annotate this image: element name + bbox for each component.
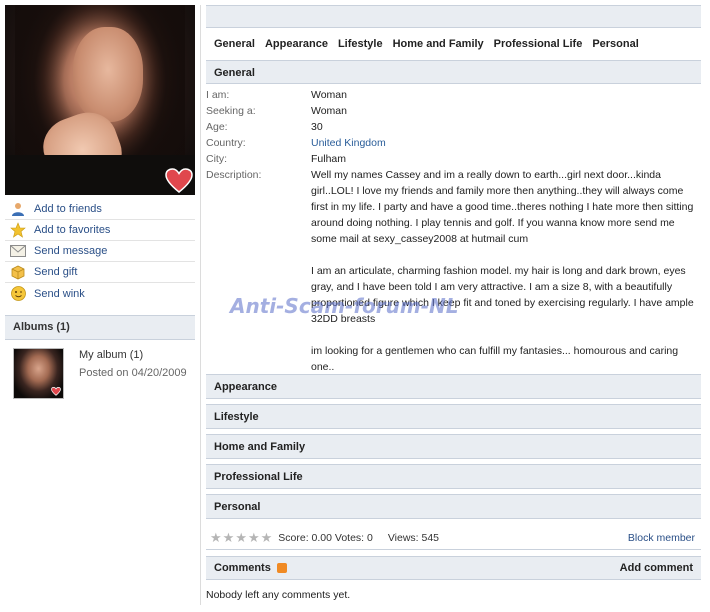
add-comment-link[interactable]: Add comment bbox=[620, 562, 693, 574]
star-icon[interactable]: ★ bbox=[261, 531, 273, 544]
rating-score: Score: 0.00 Votes: 0 bbox=[278, 531, 373, 544]
section-appearance-header[interactable]: Appearance bbox=[206, 374, 701, 399]
field-label: Seeking a: bbox=[206, 105, 256, 117]
comments-header: Comments Add comment bbox=[206, 556, 701, 580]
albums-header: Albums (1) bbox=[5, 315, 195, 340]
field-label: Description: bbox=[206, 169, 262, 181]
photo-face bbox=[73, 27, 143, 122]
field-label: Country: bbox=[206, 137, 246, 149]
tab-general[interactable]: General bbox=[214, 38, 255, 50]
field-value: Woman bbox=[311, 105, 347, 117]
section-general-header[interactable]: General bbox=[206, 60, 701, 84]
profile-tabs: General Appearance Lifestyle Home and Fa… bbox=[206, 28, 701, 60]
section-lifestyle-header[interactable]: Lifestyle bbox=[206, 404, 701, 429]
field-row-seeking: Seeking a: Woman bbox=[206, 103, 701, 119]
star-icon bbox=[10, 222, 26, 238]
field-value: Woman bbox=[311, 89, 347, 101]
profile-sidebar: Add to friends Add to favorites Send mes… bbox=[0, 0, 200, 612]
rating-bar: ★ ★ ★ ★ ★ Score: 0.00 Votes: 0 Views: 54… bbox=[206, 526, 701, 550]
section-personal-header[interactable]: Personal bbox=[206, 494, 701, 519]
action-label: Send message bbox=[34, 245, 108, 257]
action-label: Send gift bbox=[34, 266, 78, 278]
field-label: City: bbox=[206, 153, 227, 165]
rss-icon[interactable] bbox=[276, 563, 287, 573]
watermark: Anti-Scam-forum-NL bbox=[230, 294, 459, 318]
field-label: Age: bbox=[206, 121, 228, 133]
tab-home-and-family[interactable]: Home and Family bbox=[393, 38, 484, 50]
description-paragraph: Well my names Cassey and im a really dow… bbox=[311, 169, 694, 245]
country-link[interactable]: United Kingdom bbox=[311, 135, 701, 151]
add-to-friends-link[interactable]: Add to friends bbox=[5, 199, 195, 220]
album-date: Posted on 04/20/2009 bbox=[79, 367, 187, 379]
field-row-description: Description: Well my names Cassey and im… bbox=[206, 167, 701, 375]
profile-main: General Appearance Lifestyle Home and Fa… bbox=[206, 5, 701, 375]
send-message-link[interactable]: Send message bbox=[5, 241, 195, 262]
profile-actions: Add to friends Add to favorites Send mes… bbox=[5, 199, 195, 304]
section-home-and-family-header[interactable]: Home and Family bbox=[206, 434, 701, 459]
album-name[interactable]: My album (1) bbox=[79, 349, 143, 361]
tab-personal[interactable]: Personal bbox=[592, 38, 638, 50]
views-count: Views: 545 bbox=[387, 531, 440, 544]
smiley-icon bbox=[10, 286, 26, 302]
heart-icon bbox=[51, 387, 61, 396]
tab-appearance[interactable]: Appearance bbox=[265, 38, 328, 50]
user-icon bbox=[10, 201, 26, 217]
section-professional-life-header[interactable]: Professional Life bbox=[206, 464, 701, 489]
star-icon[interactable]: ★ bbox=[210, 531, 222, 544]
gift-icon bbox=[10, 264, 26, 280]
star-icon[interactable]: ★ bbox=[223, 531, 235, 544]
field-value: Fulham bbox=[311, 153, 347, 165]
album-thumbnail[interactable] bbox=[13, 348, 64, 399]
action-label: Add to favorites bbox=[34, 224, 111, 236]
field-row-city: City: Fulham bbox=[206, 151, 701, 167]
field-label: I am: bbox=[206, 89, 230, 101]
no-comments-text: Nobody left any comments yet. bbox=[206, 589, 351, 601]
field-row-country: Country: United Kingdom bbox=[206, 135, 701, 151]
star-icon[interactable]: ★ bbox=[248, 531, 260, 544]
description-paragraph: im looking for a gentlemen who can fulfi… bbox=[311, 345, 679, 373]
send-gift-link[interactable]: Send gift bbox=[5, 262, 195, 283]
send-wink-link[interactable]: Send wink bbox=[5, 283, 195, 304]
description-text: Well my names Cassey and im a really dow… bbox=[311, 167, 701, 375]
add-to-favorites-link[interactable]: Add to favorites bbox=[5, 220, 195, 241]
rating-stars[interactable]: ★ ★ ★ ★ ★ bbox=[210, 531, 272, 544]
heart-icon bbox=[165, 168, 193, 193]
tab-lifestyle[interactable]: Lifestyle bbox=[338, 38, 383, 50]
comments-title: Comments bbox=[214, 562, 271, 574]
album-item[interactable]: My album (1) Posted on 04/20/2009 bbox=[13, 348, 193, 402]
field-row-age: Age: 30 bbox=[206, 119, 701, 135]
star-icon[interactable]: ★ bbox=[235, 531, 247, 544]
action-label: Add to friends bbox=[34, 203, 102, 215]
envelope-icon bbox=[10, 243, 26, 259]
tab-professional-life[interactable]: Professional Life bbox=[494, 38, 583, 50]
profile-photo[interactable] bbox=[5, 5, 195, 195]
action-label: Send wink bbox=[34, 287, 85, 300]
column-divider bbox=[200, 5, 201, 605]
general-fields: I am: Woman Seeking a: Woman Age: 30 Cou… bbox=[206, 84, 701, 375]
block-member-link[interactable]: Block member bbox=[628, 532, 695, 544]
field-row-gender: I am: Woman bbox=[206, 87, 701, 103]
profile-top-bar bbox=[206, 5, 701, 28]
field-value: 30 bbox=[311, 121, 323, 133]
